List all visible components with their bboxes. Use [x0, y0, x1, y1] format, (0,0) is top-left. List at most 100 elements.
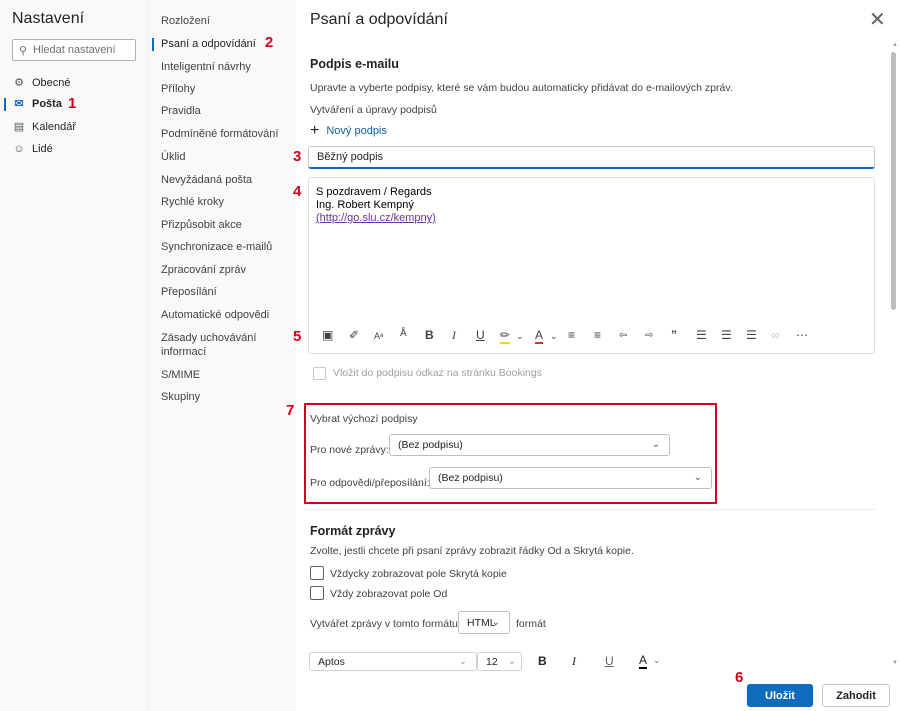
signature-create-label: Vytváření a úpravy podpisů — [310, 104, 437, 116]
align-right-icon[interactable]: ☰ — [746, 328, 757, 342]
new-signature-button[interactable]: + Nový podpis — [310, 122, 387, 140]
chevron-down-icon: ⌄ — [651, 438, 660, 450]
highlight-dropdown-icon[interactable]: ⌄ — [516, 331, 524, 342]
bookings-label: Vložit do podpisu odkaz na stránku Booki… — [333, 367, 542, 379]
save-button[interactable]: Uložit — [747, 684, 813, 707]
link-icon[interactable]: ∞ — [771, 328, 780, 342]
annotation-2: 2 — [264, 34, 274, 51]
mid-item-smime[interactable]: S/MIME — [161, 368, 287, 382]
mid-item-layout[interactable]: Rozložení — [161, 14, 287, 28]
format-painter-icon[interactable]: ✐ — [349, 328, 359, 342]
scroll-up-icon[interactable]: ▲ — [892, 42, 898, 48]
signature-line-2: Ing. Robert Kempný — [316, 199, 414, 211]
nav-item-label: Pošta — [32, 98, 62, 110]
chevron-down-icon: ⌄ — [693, 471, 702, 483]
mid-item-customize-actions[interactable]: Přizpůsobit akce — [161, 218, 287, 232]
calendar-icon: ▤ — [13, 121, 25, 133]
annotation-4: 4 — [293, 183, 302, 200]
nav-item-mail[interactable]: ✉ Pošta 1 — [12, 94, 76, 114]
italic-icon[interactable]: I — [452, 328, 456, 343]
default-font-color-icon[interactable]: A — [639, 653, 648, 669]
mail-icon: ✉ — [14, 98, 24, 110]
mid-item-retention[interactable]: Zásady uchovávání informací — [161, 331, 287, 359]
mid-item-groups[interactable]: Skupiny — [161, 390, 287, 404]
underline-icon[interactable]: U — [476, 328, 485, 342]
bcc-checkbox[interactable] — [310, 566, 324, 580]
signature-body[interactable]: S pozdravem / Regards Ing. Robert Kempný… — [316, 186, 436, 225]
new-messages-label: Pro nové zprávy: — [310, 444, 389, 456]
search-input[interactable]: ⚲ Hledat nastavení — [12, 39, 136, 61]
search-icon: ⚲ — [19, 45, 28, 57]
image-icon[interactable]: ▣ — [322, 328, 333, 342]
annotation-5: 5 — [293, 328, 302, 345]
bold-icon[interactable]: B — [425, 328, 434, 342]
from-checkbox[interactable] — [310, 586, 324, 600]
mid-item-rules[interactable]: Pravidla — [161, 104, 287, 118]
mid-item-forwarding[interactable]: Přeposílání — [161, 285, 287, 299]
chevron-down-icon: ⌄ — [458, 655, 467, 667]
mid-item-auto-replies[interactable]: Automatické odpovědi — [161, 308, 287, 322]
nav-item-label: Obecné — [32, 77, 71, 89]
default-signatures-heading: Vybrat výchozí podpisy — [310, 413, 418, 425]
signature-name-input[interactable]: Běžný podpis — [308, 146, 875, 169]
settings-nav: Nastavení ⚲ Hledat nastavení ⚙ Obecné ✉ … — [0, 0, 148, 711]
settings-title: Nastavení — [12, 10, 85, 27]
mid-item-compose-reply[interactable]: Psaní a odpovídání 2 — [161, 34, 287, 51]
close-icon[interactable]: ✕ — [869, 7, 886, 32]
default-bold-icon[interactable]: B — [538, 654, 547, 668]
new-messages-dropdown[interactable]: (Bez podpisu) ⌄ — [389, 434, 670, 456]
mid-item-smart-suggestions[interactable]: Inteligentní návrhy — [161, 60, 287, 74]
scrollbar[interactable] — [891, 52, 896, 310]
font-size-icon[interactable]: Aᵃ — [374, 331, 383, 341]
nav-item-calendar[interactable]: ▤ Kalendář — [12, 117, 76, 137]
default-italic-icon[interactable]: I — [572, 654, 576, 669]
mail-settings-nav: Rozložení Psaní a odpovídání 2 Inteligen… — [148, 0, 296, 711]
bcc-label: Vždycky zobrazovat pole Skrytá kopie — [330, 568, 507, 580]
annotation-1: 1 — [67, 95, 77, 112]
grow-font-icon[interactable]: Å — [400, 328, 407, 339]
reply-forward-label: Pro odpovědi/přeposílání: — [310, 477, 430, 489]
font-size-value: 12 — [486, 655, 498, 668]
mid-item-label: Psaní a odpovídání — [161, 38, 256, 50]
font-color-dropdown-icon[interactable]: ⌄ — [550, 331, 558, 342]
search-placeholder: Hledat nastavení — [33, 44, 116, 56]
signature-line-3[interactable]: (http://go.slu.cz/kempny) — [316, 212, 436, 225]
chevron-down-icon: ⌄ — [507, 655, 516, 667]
more-options-icon[interactable]: ⋯ — [796, 328, 808, 342]
compose-format-label: Vytvářet zprávy v tomto formátu: — [310, 618, 461, 630]
decrease-indent-icon[interactable]: ⇦ — [619, 330, 627, 341]
align-left-icon[interactable]: ☰ — [696, 328, 707, 342]
reply-forward-value: (Bez podpisu) — [438, 472, 503, 484]
increase-indent-icon[interactable]: ⇨ — [645, 330, 653, 341]
font-color-icon[interactable]: A — [535, 328, 544, 344]
bookings-checkbox[interactable] — [313, 367, 326, 380]
default-underline-icon[interactable]: U — [605, 654, 614, 668]
nav-item-people[interactable]: ☺ Lidé — [12, 139, 52, 159]
align-center-icon[interactable]: ☰ — [721, 328, 732, 342]
highlight-icon[interactable]: ✏ — [500, 328, 511, 344]
mid-item-message-handling[interactable]: Zpracování zpráv — [161, 263, 287, 277]
reply-forward-dropdown[interactable]: (Bez podpisu) ⌄ — [429, 467, 712, 489]
font-family-dropdown[interactable]: Aptos ⌄ — [309, 652, 477, 671]
compose-format-dropdown[interactable]: HTML ⌄ — [458, 611, 510, 634]
signature-heading: Podpis e-mailu — [310, 57, 399, 71]
people-icon: ☺ — [13, 143, 25, 155]
bullets-icon[interactable]: ≡ — [568, 328, 575, 342]
default-font-color-dropdown-icon[interactable]: ⌄ — [653, 655, 661, 666]
panel-title: Psaní a odpovídání — [310, 11, 448, 28]
annotation-3: 3 — [293, 148, 302, 165]
mid-item-sweep[interactable]: Úklid — [161, 150, 287, 164]
nav-item-general[interactable]: ⚙ Obecné — [12, 73, 71, 93]
format-description: Zvolte, jestli chcete při psaní zprávy z… — [310, 545, 634, 557]
mid-item-conditional-formatting[interactable]: Podmíněné formátování — [161, 127, 287, 141]
font-size-dropdown[interactable]: 12 ⌄ — [477, 652, 522, 671]
scroll-down-icon[interactable]: ▼ — [892, 660, 898, 666]
quote-icon[interactable]: ” — [671, 328, 677, 342]
mid-item-junk[interactable]: Nevyžádaná pošta — [161, 173, 287, 187]
compose-format-suffix: formát — [516, 618, 546, 630]
numbering-icon[interactable]: ≡ — [594, 328, 601, 342]
mid-item-attachments[interactable]: Přílohy — [161, 82, 287, 96]
mid-item-sync[interactable]: Synchronizace e-mailů — [161, 240, 287, 254]
mid-item-quick-steps[interactable]: Rychlé kroky — [161, 195, 287, 209]
discard-button[interactable]: Zahodit — [822, 684, 890, 707]
